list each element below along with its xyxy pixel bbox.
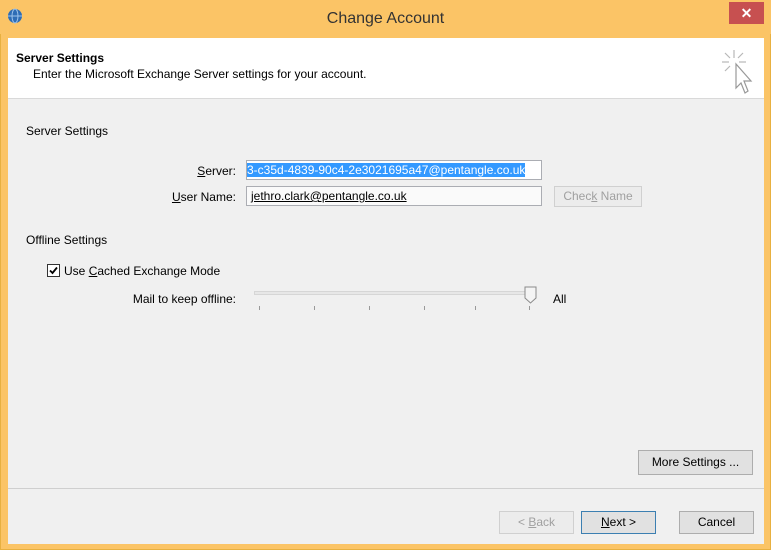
username-field[interactable]: jethro.clark@pentangle.co.uk	[246, 186, 542, 206]
username-field-value: jethro.clark@pentangle.co.uk	[251, 189, 407, 203]
mail-offline-value: All	[553, 292, 567, 306]
slider-thumb[interactable]	[524, 286, 537, 304]
cancel-button[interactable]: Cancel	[679, 511, 754, 534]
mail-offline-label: Mail to keep offline:	[132, 292, 236, 306]
close-button[interactable]: ✕	[729, 2, 764, 24]
next-button[interactable]: Next >	[581, 511, 656, 534]
mail-offline-slider-track[interactable]	[254, 291, 534, 295]
offline-settings-section-label: Offline Settings	[26, 233, 108, 247]
slider-tick	[369, 306, 370, 310]
back-button[interactable]: < Back	[499, 511, 574, 534]
slider-tick	[259, 306, 260, 310]
server-label: Server:	[197, 164, 236, 178]
dialog-header: Server Settings Enter the Microsoft Exch…	[8, 38, 764, 99]
check-name-button[interactable]: Check Name	[554, 186, 642, 207]
slider-tick	[314, 306, 315, 310]
dialog-footer: < Back Next > Cancel	[8, 488, 764, 544]
server-field-value: 3-c35d-4839-90c4-2e3021695a47@pentangle.…	[247, 163, 526, 177]
dialog-client-area: Server Settings Enter the Microsoft Exch…	[8, 38, 764, 544]
cached-mode-label: Use Cached Exchange Mode	[64, 264, 221, 278]
header-title: Server Settings	[16, 51, 105, 65]
slider-tick	[529, 306, 530, 310]
slider-tick	[475, 306, 476, 310]
header-description: Enter the Microsoft Exchange Server sett…	[33, 67, 367, 81]
window-title: Change Account	[326, 10, 445, 27]
server-field[interactable]: 3-c35d-4839-90c4-2e3021695a47@pentangle.…	[246, 160, 542, 180]
server-settings-section-label: Server Settings	[26, 124, 109, 138]
more-settings-button[interactable]: More Settings ...	[638, 450, 753, 475]
cursor-click-icon	[722, 50, 753, 94]
slider-tick	[424, 306, 425, 310]
username-label: User Name:	[171, 190, 236, 204]
checkmark-icon	[49, 266, 58, 275]
cached-mode-checkbox[interactable]	[47, 264, 60, 277]
